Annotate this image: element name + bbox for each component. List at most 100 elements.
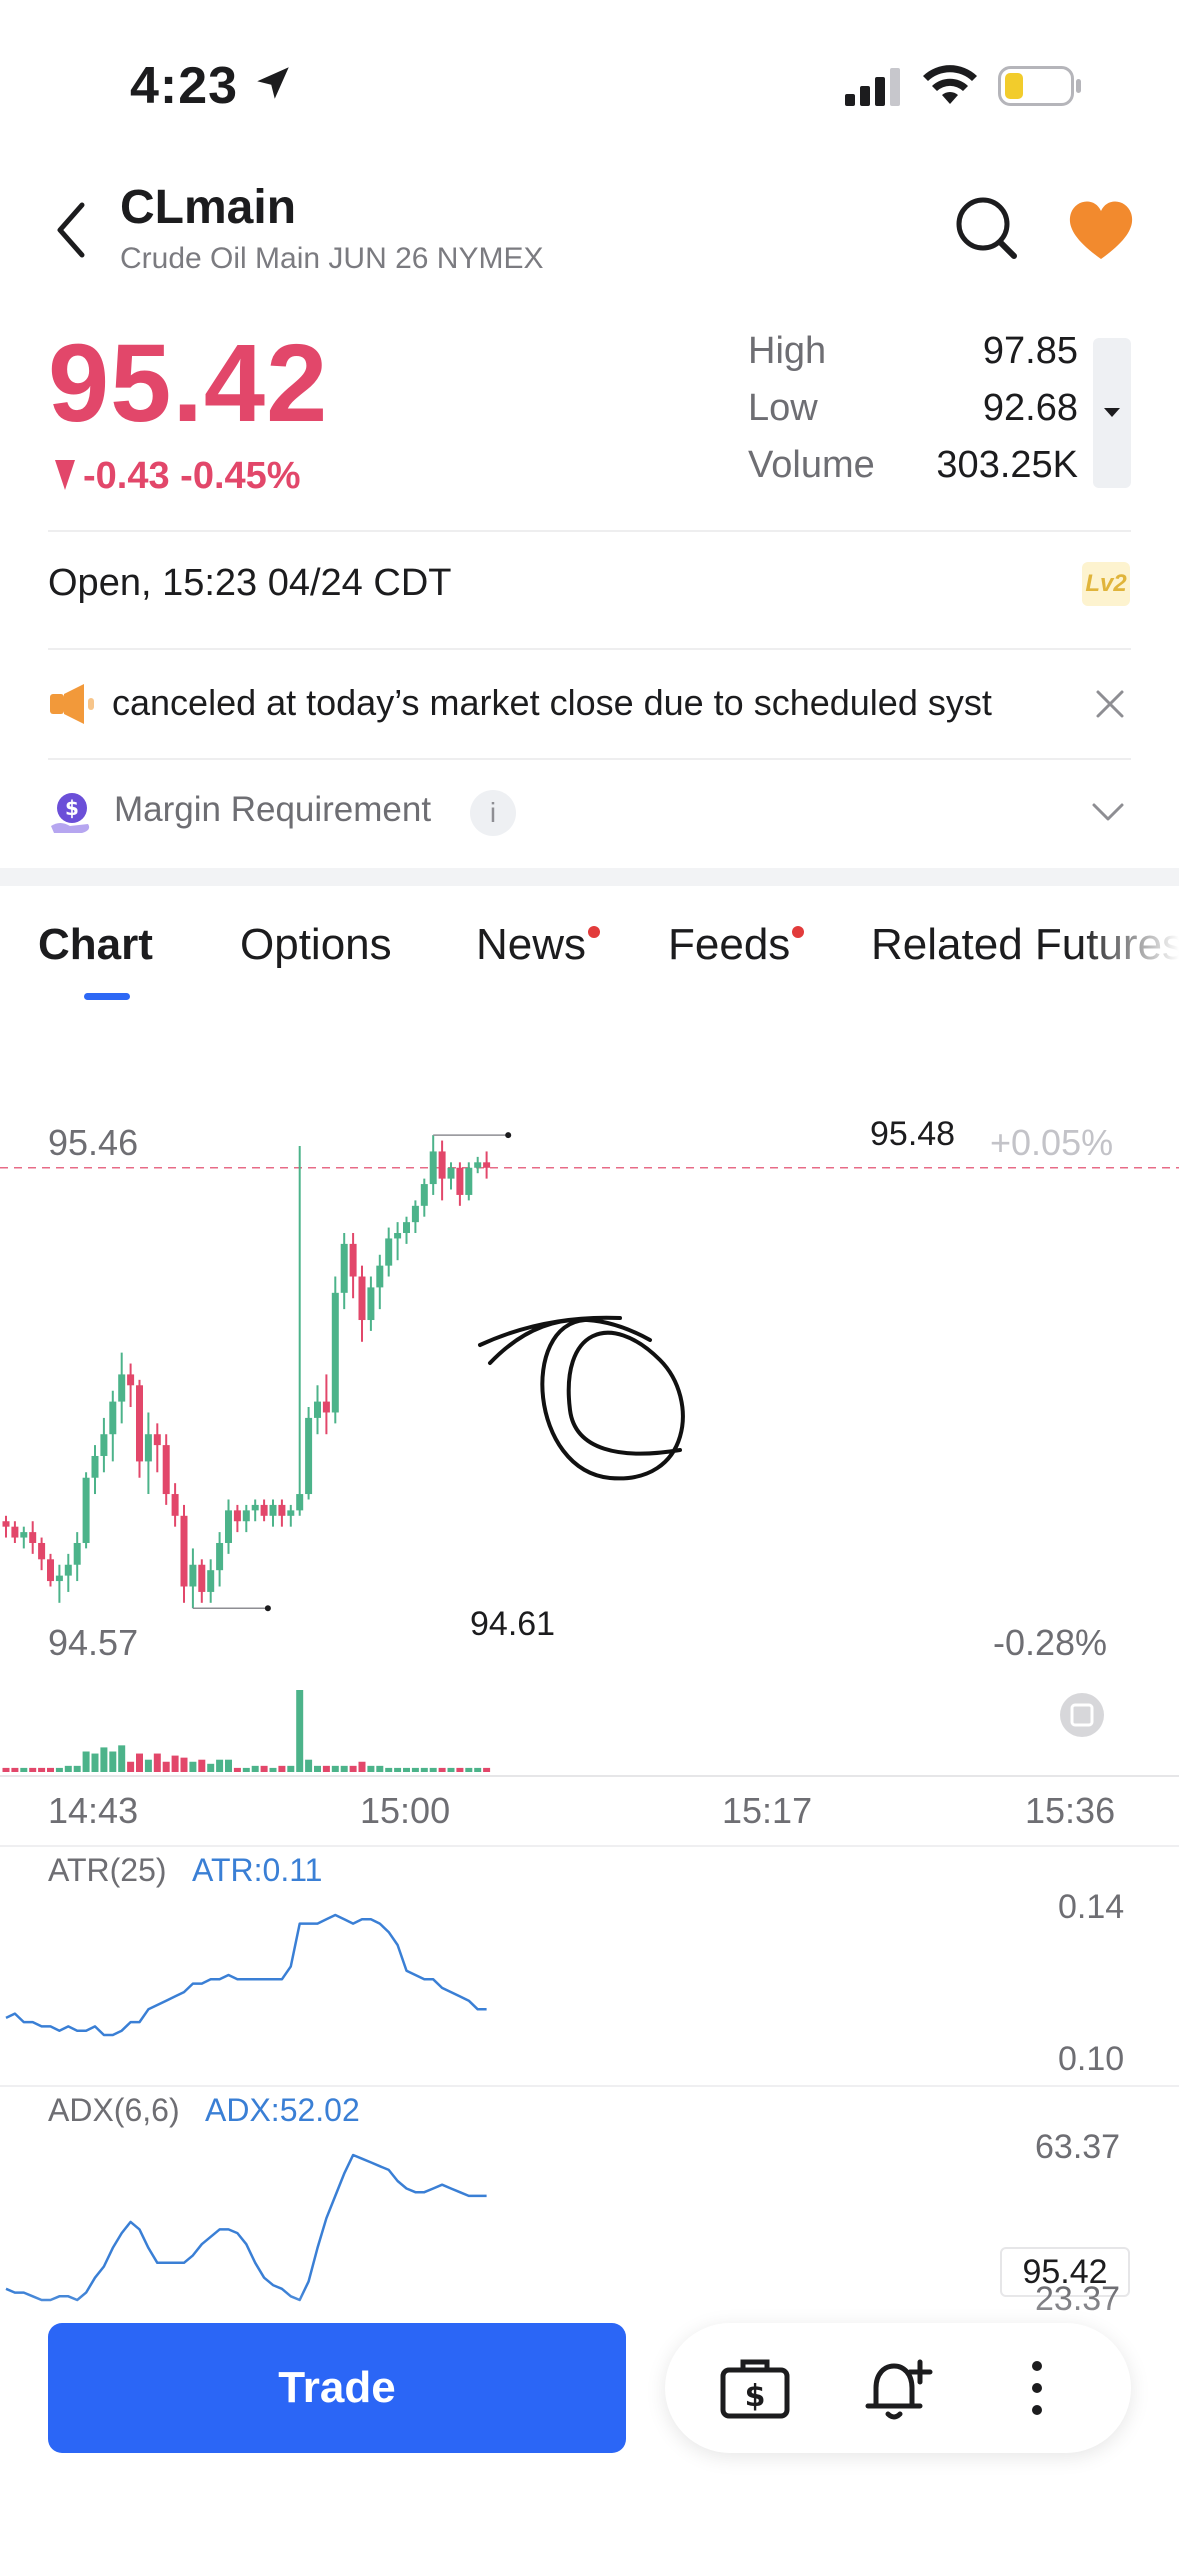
tabs-fade xyxy=(1080,905,1179,995)
adx-max-label: 63.37 xyxy=(1035,2128,1121,2166)
tab-chart[interactable]: Chart xyxy=(38,920,153,970)
search-icon[interactable] xyxy=(950,192,1020,262)
candle-body xyxy=(420,1184,428,1206)
chart-area[interactable]: 95.46 94.57 +0.05% -0.28% 95.42 95.48 94… xyxy=(0,1100,1179,2450)
volume-bar xyxy=(233,1767,241,1772)
volume-bar xyxy=(171,1755,179,1772)
candle-body xyxy=(198,1564,206,1592)
candle-body xyxy=(216,1542,224,1571)
candle-body xyxy=(153,1434,161,1446)
atr-value: ATR:0.11 xyxy=(192,1852,323,1888)
candle-body xyxy=(171,1494,179,1516)
volume-bar xyxy=(162,1761,170,1772)
candle-body xyxy=(429,1151,437,1185)
y-axis-bottom-label: 94.57 xyxy=(48,1622,139,1663)
volume-bar xyxy=(207,1763,215,1772)
megaphone-icon xyxy=(50,684,94,724)
candle-body xyxy=(20,1532,28,1538)
volume-bar xyxy=(331,1765,339,1772)
volume-bar xyxy=(73,1765,81,1772)
candle-body xyxy=(38,1542,46,1560)
tab-label: Chart xyxy=(38,920,153,969)
candle-body xyxy=(322,1401,330,1413)
lv2-badge[interactable]: Lv2 xyxy=(1082,562,1130,606)
margin-dollar-icon: $ xyxy=(51,793,90,833)
expand-stats-button[interactable] xyxy=(1093,338,1131,488)
volume-bar xyxy=(394,1767,402,1772)
briefcase-dollar-icon[interactable]: $ xyxy=(715,2348,795,2428)
candle-body xyxy=(456,1167,464,1195)
divider xyxy=(48,648,1131,650)
volume-bar xyxy=(322,1765,330,1772)
volume-bar xyxy=(55,1767,63,1772)
trade-button[interactable]: Trade xyxy=(48,2323,626,2453)
candle-body xyxy=(47,1559,54,1582)
unread-dot xyxy=(588,926,601,938)
volume-bar xyxy=(180,1757,188,1772)
candle-body xyxy=(118,1374,126,1402)
detail-tabs: Chart Options News Feeds Related Futures xyxy=(0,920,1179,1010)
volume-bar xyxy=(127,1761,135,1772)
atr-name[interactable]: ATR(25) xyxy=(48,1852,167,1889)
candle-body xyxy=(242,1510,250,1522)
adx-name[interactable]: ADX(6,6) xyxy=(48,2092,180,2129)
status-time: 4:23 xyxy=(130,57,239,115)
candle-body xyxy=(305,1417,313,1495)
stat-high: High 97.85 xyxy=(748,330,1078,387)
candle-body xyxy=(465,1167,473,1195)
candle-body xyxy=(11,1526,19,1538)
volume-bar xyxy=(91,1753,99,1772)
candle-body xyxy=(385,1238,393,1266)
candle-body xyxy=(260,1504,268,1516)
stat-value: 303.25K xyxy=(936,444,1078,486)
tab-news[interactable]: News xyxy=(476,920,601,970)
more-vertical-icon[interactable] xyxy=(997,2348,1077,2428)
candle-body xyxy=(91,1455,99,1478)
pct-top-label: +0.05% xyxy=(990,1122,1114,1163)
atr-max-label: 0.14 xyxy=(1058,1888,1125,1926)
price-change: -0.43 -0.45% xyxy=(55,455,301,498)
volume-bar xyxy=(260,1765,268,1772)
volume-bar xyxy=(278,1765,286,1772)
volume-bar xyxy=(358,1761,366,1772)
close-icon[interactable] xyxy=(1090,684,1130,724)
add-alert-bell-icon[interactable] xyxy=(858,2348,938,2428)
margin-requirement-label[interactable]: Margin Requirement xyxy=(114,790,431,830)
tab-feeds[interactable]: Feeds xyxy=(668,920,805,970)
tab-options[interactable]: Options xyxy=(240,920,392,970)
volume-bar xyxy=(189,1761,197,1772)
candle-body xyxy=(100,1434,108,1456)
candle-body xyxy=(82,1477,90,1543)
candle-body xyxy=(180,1515,188,1587)
candle-body xyxy=(269,1504,277,1516)
volume-bar xyxy=(474,1767,482,1772)
notice-marquee[interactable]: canceled at today’s market close due to … xyxy=(112,682,1062,724)
candle-body xyxy=(64,1564,72,1576)
favorite-heart-icon[interactable] xyxy=(1065,195,1137,265)
volume-bar xyxy=(11,1767,19,1772)
volume-bar xyxy=(438,1767,446,1772)
adx-value: ADX:52.02 xyxy=(205,2092,360,2128)
candle-body xyxy=(331,1292,339,1413)
chevron-down-icon[interactable] xyxy=(1090,800,1126,824)
tab-label: Options xyxy=(240,920,392,969)
battery-icon xyxy=(998,66,1081,106)
volume-bar xyxy=(403,1767,410,1772)
action-toolbar: $ xyxy=(665,2323,1131,2453)
candle-body xyxy=(438,1151,446,1179)
volume-bar xyxy=(29,1767,37,1772)
volume-bar xyxy=(314,1765,321,1772)
volume-bar xyxy=(376,1765,384,1772)
candle-body xyxy=(376,1265,384,1288)
candle-body xyxy=(314,1401,321,1418)
candle-body xyxy=(136,1385,143,1462)
svg-text:$: $ xyxy=(745,2379,766,2414)
info-icon[interactable]: i xyxy=(470,790,516,836)
volume-bar xyxy=(305,1759,313,1772)
volume-bar xyxy=(411,1767,419,1772)
candle-body xyxy=(127,1374,135,1386)
candle-body xyxy=(394,1233,402,1239)
back-arrow-icon[interactable] xyxy=(48,195,98,265)
candle-body xyxy=(358,1276,366,1321)
stat-volume: Volume 303.25K xyxy=(748,444,1078,501)
